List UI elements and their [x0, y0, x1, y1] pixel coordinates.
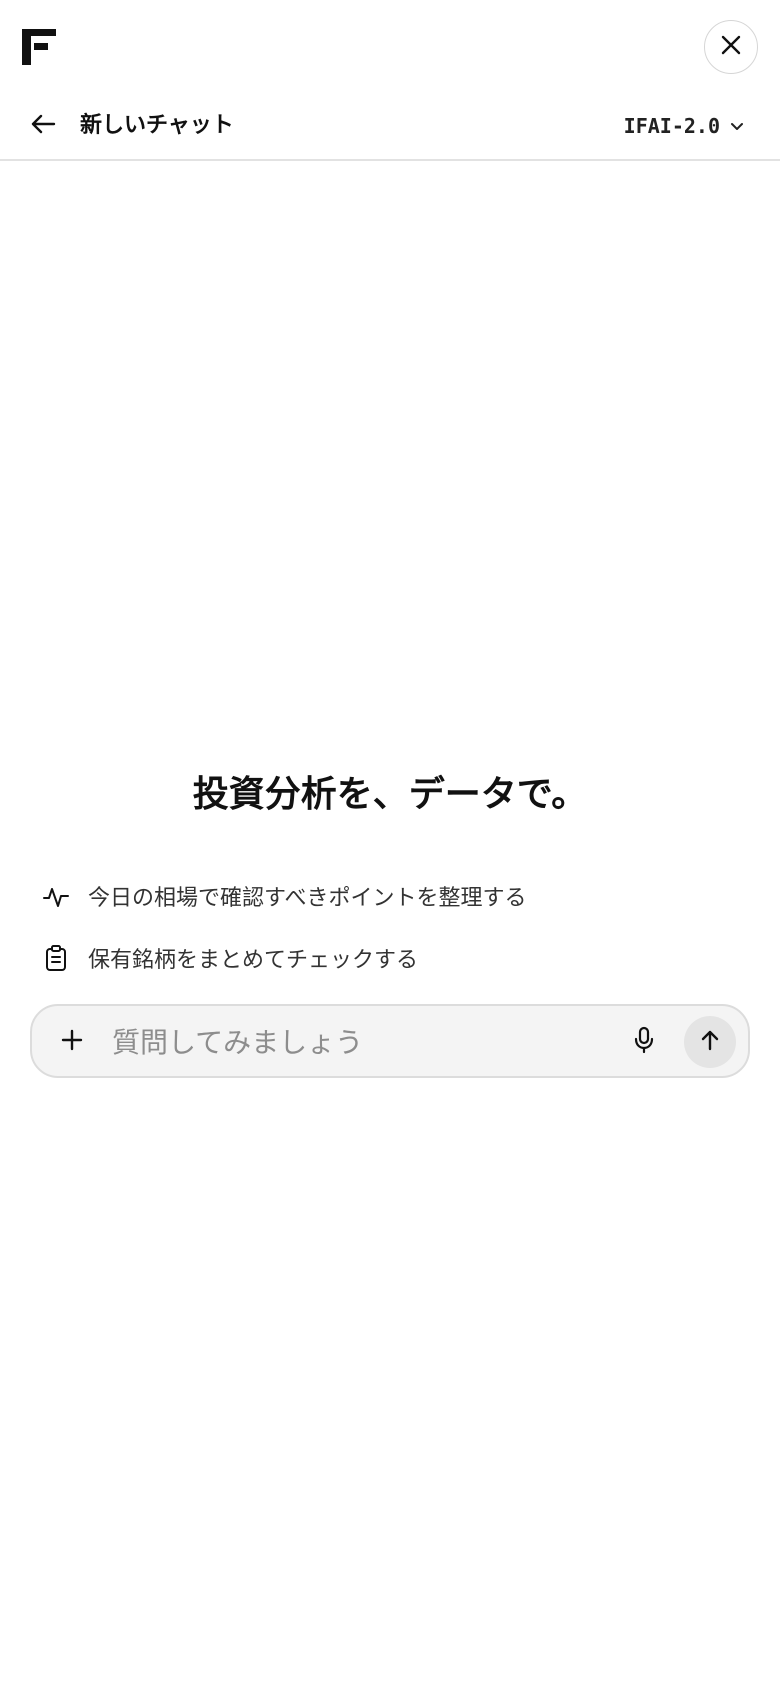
close-button[interactable] [704, 20, 758, 74]
chevron-down-icon [730, 117, 744, 136]
add-attachment-button[interactable] [54, 1024, 90, 1060]
suggestion-label: 保有銘柄をまとめてチェックする [88, 948, 419, 973]
send-button[interactable] [684, 1016, 736, 1068]
voice-input-button[interactable] [626, 1024, 662, 1060]
chat-title: 新しいチャット [80, 113, 234, 138]
back-button[interactable] [26, 109, 60, 143]
activity-icon [42, 882, 70, 910]
model-label: IFAI-2.0 [623, 114, 720, 138]
chat-header: 新しいチャット IFAI-2.0 [0, 95, 780, 161]
suggestion-item[interactable]: 保有銘柄をまとめてチェックする [42, 938, 418, 978]
close-icon [720, 34, 742, 60]
suggestion-item[interactable]: 今日の相場で確認すべきポイントを整理する [42, 876, 526, 916]
chat-composer [30, 1004, 750, 1078]
arrow-left-icon [30, 113, 56, 139]
plus-icon [60, 1028, 84, 1056]
microphone-icon [632, 1026, 656, 1058]
brand-logo-icon [22, 29, 56, 65]
clipboard-icon [42, 944, 70, 972]
arrow-up-icon [699, 1029, 721, 1055]
suggestion-label: 今日の相場で確認すべきポイントを整理する [88, 886, 527, 911]
model-selector[interactable]: IFAI-2.0 [624, 111, 744, 141]
top-bar [0, 0, 780, 95]
hero-headline: 投資分析を、データで。 [192, 774, 588, 815]
prompt-input[interactable] [112, 1020, 532, 1064]
